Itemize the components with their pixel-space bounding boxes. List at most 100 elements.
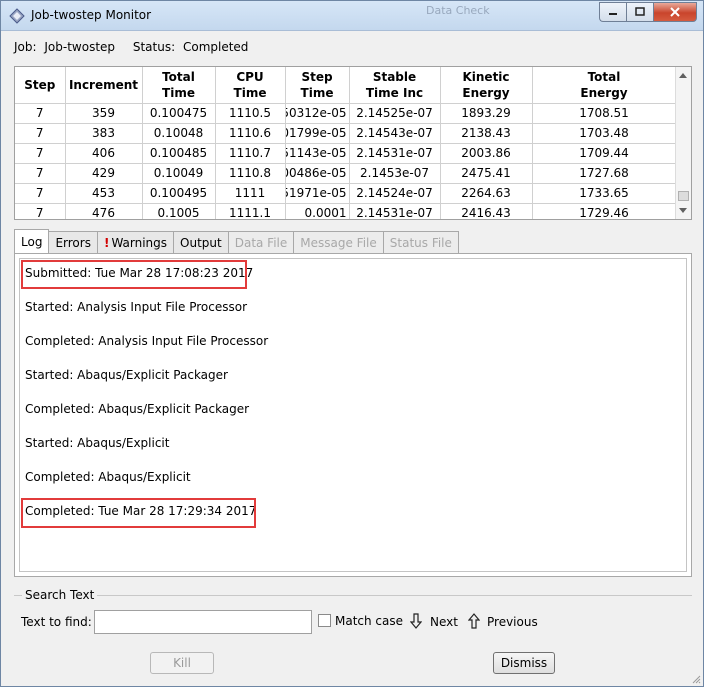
table-cell: 2416.43 — [440, 203, 533, 219]
table-cell: 359 — [65, 103, 143, 124]
app-icon — [9, 8, 25, 24]
resize-grip-icon[interactable] — [691, 674, 701, 684]
column-header[interactable]: Step Time — [285, 67, 350, 104]
next-button[interactable]: Next — [430, 615, 458, 629]
table-cell: 1110.8 — [215, 163, 286, 184]
table-cell: 1110.7 — [215, 143, 286, 164]
table-cell: 2.14531e-07 — [349, 203, 441, 219]
column-header[interactable]: Step — [15, 67, 66, 104]
tab-warnings[interactable]: ! Warnings — [96, 231, 175, 253]
table-row[interactable]: 7 406 0.100485 1110.7 8.51143e-05 2.1453… — [15, 143, 677, 164]
table-vertical-scrollbar[interactable] — [675, 67, 691, 219]
table-cell: 2138.43 — [440, 123, 533, 144]
column-header[interactable]: Total Time — [142, 67, 216, 104]
table-cell: 0.10049 — [142, 163, 216, 184]
table-cell: 7 — [15, 123, 66, 144]
table-cell: 2003.86 — [440, 143, 533, 164]
caption-buttons — [599, 2, 697, 22]
minimize-icon — [609, 13, 617, 15]
column-header[interactable]: Kinetic Energy — [440, 67, 533, 104]
table-cell: 2.14531e-07 — [349, 143, 441, 164]
tab-errors[interactable]: Errors — [48, 231, 98, 253]
column-header[interactable]: Total Energy — [532, 67, 677, 104]
job-name: Job-twostep — [44, 40, 116, 54]
tab-output[interactable]: Output — [173, 231, 229, 253]
table-cell: 2.1453e-07 — [349, 163, 441, 184]
table-cell: 1733.65 — [532, 183, 677, 204]
minimize-button[interactable] — [599, 2, 626, 22]
log-line: Started: Analysis Input File Processor — [25, 300, 248, 314]
status-label: Status: — [132, 40, 176, 54]
tab-message-file[interactable]: Message File — [293, 231, 384, 253]
job-status-line: Job: Job-twostep Status: Completed — [14, 40, 252, 54]
log-line: Completed: Abaqus/Explicit — [25, 470, 191, 484]
table-cell: 7 — [15, 163, 66, 184]
column-header[interactable]: CPU Time — [215, 67, 286, 104]
table-header-row: Step Increment Total Time CPU Time Step Tim… — [15, 67, 677, 104]
background-menu-hint: Data Check — [426, 4, 490, 17]
arrow-down-outline-icon[interactable] — [410, 613, 422, 629]
find-label: Text to find: — [21, 615, 92, 629]
scroll-down-arrow-icon[interactable] — [679, 208, 687, 213]
column-header[interactable]: Increment — [65, 67, 143, 104]
tab-data-file[interactable]: Data File — [227, 231, 295, 253]
table-cell: 9.00486e-05 — [285, 163, 350, 184]
table-row[interactable]: 7 359 0.100475 1110.5 7.50312e-05 2.1452… — [15, 103, 677, 124]
table-cell: 7 — [15, 143, 66, 164]
table-cell: 2.14524e-07 — [349, 183, 441, 204]
highlight-box-completed — [21, 498, 256, 528]
table-cell: 2264.63 — [440, 183, 533, 204]
job-label: Job: — [14, 40, 37, 54]
close-icon — [670, 7, 680, 17]
table-row[interactable]: 7 476 0.1005 1111.1 0.0001 2.14531e-07 2… — [15, 203, 677, 219]
table-cell: 1708.51 — [532, 103, 677, 124]
table-cell: 1111.1 — [215, 203, 286, 219]
scroll-up-arrow-icon[interactable] — [679, 73, 687, 78]
window-title: Job-twostep Monitor — [31, 8, 152, 22]
table-cell: 1709.44 — [532, 143, 677, 164]
maximize-button[interactable] — [626, 2, 653, 22]
close-button[interactable] — [653, 2, 697, 22]
highlight-box-submitted — [21, 260, 247, 289]
kill-button[interactable]: Kill — [150, 652, 214, 674]
table-cell: 453 — [65, 183, 143, 204]
table-cell: 1727.68 — [532, 163, 677, 184]
table-cell: 0.100475 — [142, 103, 216, 124]
tab-status-file[interactable]: Status File — [382, 231, 459, 253]
column-header[interactable]: Stable Time Inc — [349, 67, 441, 104]
match-case-checkbox[interactable] — [318, 614, 331, 627]
table-cell: 0.100485 — [142, 143, 216, 164]
table-row[interactable]: 7 383 0.10048 1110.6 8.01799e-05 2.14543… — [15, 123, 677, 144]
table-cell: 8.01799e-05 — [285, 123, 350, 144]
log-line: Started: Abaqus/Explicit — [25, 436, 170, 450]
title-bar[interactable]: Job-twostep Monitor Data Check — [1, 1, 703, 31]
search-group-title: Search Text — [22, 588, 98, 602]
log-panel: Submitted: Tue Mar 28 17:08:23 2017 Star… — [14, 253, 692, 577]
previous-button[interactable]: Previous — [487, 615, 538, 629]
table-cell: 7 — [15, 103, 66, 124]
tab-log[interactable]: Log — [14, 229, 50, 253]
table-cell: 7.50312e-05 — [285, 103, 350, 124]
table-cell: 1110.6 — [215, 123, 286, 144]
log-line: Completed: Analysis Input File Processor — [25, 334, 269, 348]
table-cell: 0.10048 — [142, 123, 216, 144]
table-cell: 8.51143e-05 — [285, 143, 350, 164]
arrow-up-outline-icon[interactable] — [468, 613, 480, 629]
table-cell: 429 — [65, 163, 143, 184]
table-cell: 1703.48 — [532, 123, 677, 144]
progress-table: Step Increment Total Time CPU Time Step Tim… — [15, 67, 677, 219]
search-text-group: Search Text Text to find: Match case Nex… — [14, 588, 692, 639]
output-tabs: Log Errors ! Warnings Output Data File Me… — [14, 229, 459, 253]
table-cell: 1110.5 — [215, 103, 286, 124]
find-input[interactable] — [94, 610, 312, 634]
table-row[interactable]: 7 453 0.100495 1111 9.51971e-05 2.14524e… — [15, 183, 677, 204]
table-cell: 1893.29 — [440, 103, 533, 124]
table-row[interactable]: 7 429 0.10049 1110.8 9.00486e-05 2.1453e… — [15, 163, 677, 184]
scroll-thumb[interactable] — [678, 191, 689, 201]
match-case-label[interactable]: Match case — [335, 614, 403, 628]
dismiss-button[interactable]: Dismiss — [493, 652, 555, 674]
progress-table-container[interactable]: Step Increment Total Time CPU Time Step Tim… — [14, 66, 692, 220]
status-value: Completed — [182, 40, 249, 54]
log-text-area[interactable]: Submitted: Tue Mar 28 17:08:23 2017 Star… — [19, 258, 687, 572]
job-monitor-window: Job-twostep Monitor Data Check Job: Job-… — [0, 0, 704, 687]
